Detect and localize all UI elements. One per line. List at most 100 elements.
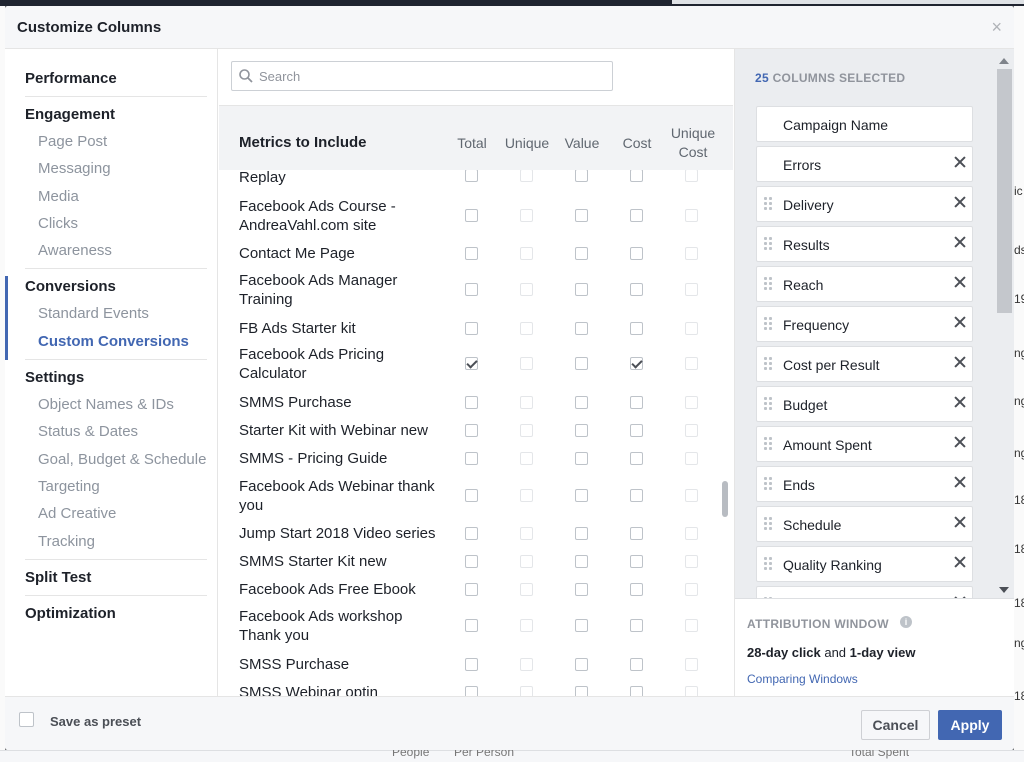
checkbox-value[interactable] bbox=[575, 619, 588, 632]
remove-column-icon[interactable] bbox=[952, 514, 968, 530]
remove-column-icon[interactable] bbox=[952, 314, 968, 330]
checkbox-total[interactable] bbox=[465, 583, 478, 596]
selected-column-chip[interactable]: Quality Ranking bbox=[756, 546, 973, 582]
checkbox-total[interactable] bbox=[465, 555, 478, 568]
checkbox-value[interactable] bbox=[575, 283, 588, 296]
checkbox-cost[interactable] bbox=[630, 322, 643, 335]
checkbox-cost[interactable] bbox=[630, 658, 643, 671]
checkbox-value[interactable] bbox=[575, 424, 588, 437]
remove-column-icon[interactable] bbox=[952, 234, 968, 250]
checkbox-cost[interactable] bbox=[630, 247, 643, 260]
sidebar-item-messaging[interactable]: Messaging bbox=[5, 155, 217, 182]
remove-column-icon[interactable] bbox=[952, 434, 968, 450]
checkbox-value[interactable] bbox=[575, 396, 588, 409]
checkbox-total[interactable] bbox=[465, 209, 478, 222]
checkbox-cost[interactable] bbox=[630, 170, 643, 182]
drag-handle-icon[interactable] bbox=[764, 237, 774, 253]
sidebar-item-standard-events[interactable]: Standard Events bbox=[5, 300, 217, 327]
apply-button[interactable]: Apply bbox=[938, 710, 1002, 740]
selected-column-chip[interactable]: Budget bbox=[756, 386, 973, 422]
drag-handle-icon[interactable] bbox=[764, 477, 774, 493]
remove-column-icon[interactable] bbox=[952, 194, 968, 210]
cancel-button[interactable]: Cancel bbox=[861, 710, 930, 740]
checkbox-value[interactable] bbox=[575, 452, 588, 465]
checkbox-value[interactable] bbox=[575, 209, 588, 222]
close-icon[interactable]: × bbox=[991, 17, 1002, 38]
checkbox-total[interactable] bbox=[465, 424, 478, 437]
sidebar-item-goal-budget-schedule[interactable]: Goal, Budget & Schedule bbox=[5, 446, 217, 473]
selected-columns-scrollbar-thumb[interactable] bbox=[997, 69, 1012, 313]
checkbox-value[interactable] bbox=[575, 247, 588, 260]
checkbox-value[interactable] bbox=[575, 489, 588, 502]
sidebar-item-ad-creative[interactable]: Ad Creative bbox=[5, 500, 217, 527]
checkbox-total[interactable] bbox=[465, 322, 478, 335]
checkbox-value[interactable] bbox=[575, 322, 588, 335]
checkbox-total[interactable] bbox=[465, 489, 478, 502]
selected-column-chip[interactable]: Reach bbox=[756, 266, 973, 302]
sidebar-item-custom-conversions[interactable]: Custom Conversions bbox=[5, 328, 217, 355]
checkbox-total[interactable] bbox=[465, 658, 478, 671]
sidebar-item-clicks[interactable]: Clicks bbox=[5, 210, 217, 237]
checkbox-value[interactable] bbox=[575, 527, 588, 540]
sidebar-item-tracking[interactable]: Tracking bbox=[5, 528, 217, 555]
sidebar-group-split-test[interactable]: Split Test bbox=[5, 564, 217, 591]
remove-column-icon[interactable] bbox=[952, 394, 968, 410]
checkbox-total[interactable] bbox=[465, 357, 478, 370]
remove-column-icon[interactable] bbox=[952, 354, 968, 370]
comparing-windows-link[interactable]: Comparing Windows bbox=[747, 672, 858, 686]
selected-column-chip[interactable]: Schedule bbox=[756, 506, 973, 542]
selected-column-chip[interactable]: Amount Spent bbox=[756, 426, 973, 462]
selected-column-chip[interactable]: Engagement Rate Ranking bbox=[756, 586, 973, 598]
selected-column-chip[interactable]: Ends bbox=[756, 466, 973, 502]
drag-handle-icon[interactable] bbox=[764, 197, 774, 213]
checkbox-cost[interactable] bbox=[630, 357, 643, 370]
drag-handle-icon[interactable] bbox=[764, 517, 774, 533]
drag-handle-icon[interactable] bbox=[764, 397, 774, 413]
selected-column-chip[interactable]: Delivery bbox=[756, 186, 973, 222]
checkbox-value[interactable] bbox=[575, 686, 588, 696]
checkbox-total[interactable] bbox=[465, 170, 478, 182]
save-as-preset-checkbox[interactable] bbox=[19, 712, 34, 727]
checkbox-total[interactable] bbox=[465, 452, 478, 465]
drag-handle-icon[interactable] bbox=[764, 277, 774, 293]
selected-column-chip[interactable]: Cost per Result bbox=[756, 346, 973, 382]
checkbox-cost[interactable] bbox=[630, 686, 643, 696]
remove-column-icon[interactable] bbox=[952, 554, 968, 570]
sidebar-item-targeting[interactable]: Targeting bbox=[5, 473, 217, 500]
sidebar-item-status-dates[interactable]: Status & Dates bbox=[5, 418, 217, 445]
checkbox-total[interactable] bbox=[465, 619, 478, 632]
checkbox-cost[interactable] bbox=[630, 555, 643, 568]
sidebar-group-settings[interactable]: Settings bbox=[5, 364, 217, 391]
info-icon[interactable]: i bbox=[900, 616, 912, 628]
drag-handle-icon[interactable] bbox=[764, 317, 774, 333]
sidebar-group-engagement[interactable]: Engagement bbox=[5, 101, 217, 128]
checkbox-total[interactable] bbox=[465, 686, 478, 696]
checkbox-value[interactable] bbox=[575, 555, 588, 568]
drag-handle-icon[interactable] bbox=[764, 437, 774, 453]
remove-column-icon[interactable] bbox=[952, 154, 968, 170]
selected-column-chip[interactable]: Frequency bbox=[756, 306, 973, 342]
sidebar-item-awareness[interactable]: Awareness bbox=[5, 237, 217, 264]
checkbox-cost[interactable] bbox=[630, 489, 643, 502]
checkbox-cost[interactable] bbox=[630, 283, 643, 296]
checkbox-cost[interactable] bbox=[630, 396, 643, 409]
remove-column-icon[interactable] bbox=[952, 474, 968, 490]
remove-column-icon[interactable] bbox=[952, 274, 968, 290]
sidebar-item-page-post[interactable]: Page Post bbox=[5, 128, 217, 155]
checkbox-total[interactable] bbox=[465, 527, 478, 540]
sidebar-group-optimization[interactable]: Optimization bbox=[5, 600, 217, 627]
sidebar-item-object-names-ids[interactable]: Object Names & IDs bbox=[5, 391, 217, 418]
checkbox-value[interactable] bbox=[575, 357, 588, 370]
checkbox-value[interactable] bbox=[575, 583, 588, 596]
drag-handle-icon[interactable] bbox=[764, 357, 774, 373]
scroll-down-arrow-icon[interactable] bbox=[999, 587, 1009, 593]
save-as-preset-label[interactable]: Save as preset bbox=[50, 714, 141, 729]
checkbox-cost[interactable] bbox=[630, 583, 643, 596]
checkbox-value[interactable] bbox=[575, 170, 588, 182]
search-input[interactable] bbox=[259, 67, 599, 85]
metrics-scrollbar[interactable] bbox=[722, 481, 728, 517]
checkbox-cost[interactable] bbox=[630, 527, 643, 540]
checkbox-cost[interactable] bbox=[630, 424, 643, 437]
checkbox-total[interactable] bbox=[465, 247, 478, 260]
checkbox-cost[interactable] bbox=[630, 452, 643, 465]
